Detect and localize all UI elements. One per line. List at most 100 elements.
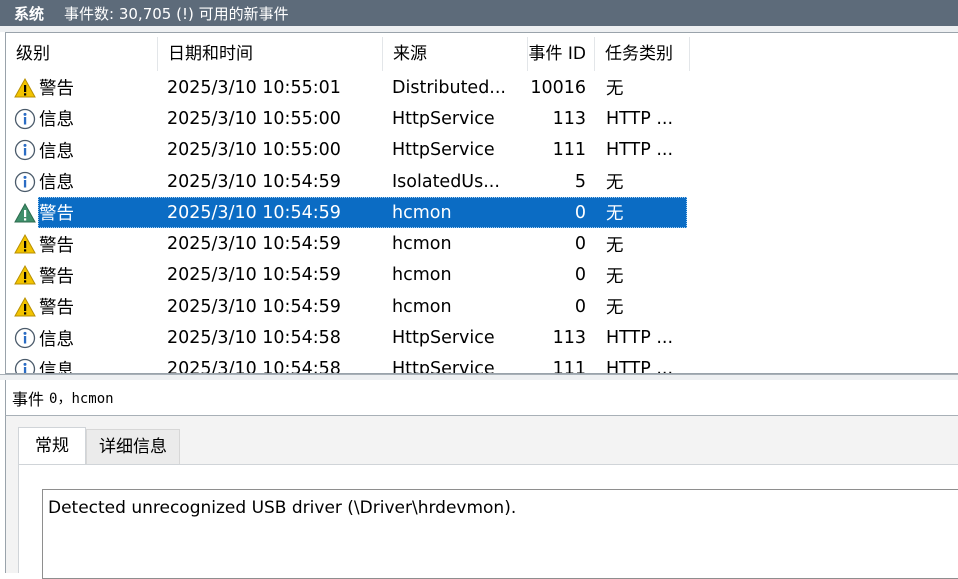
level-label: 信息	[39, 173, 74, 194]
warning-triangle-icon	[14, 233, 36, 255]
info-circle-icon	[14, 139, 36, 161]
source-cell: HttpService	[392, 359, 495, 374]
detail-tabs: 常规 详细信息	[18, 427, 180, 464]
event-id-cell: 5	[574, 171, 586, 192]
source-cell: Distributed...	[392, 77, 506, 98]
datetime-cell: 2025/3/10 10:54:59	[167, 171, 341, 192]
level-cell: 信息	[6, 106, 158, 131]
level-cell: 警告	[6, 75, 158, 100]
info-circle-icon	[14, 327, 36, 349]
event-id-cell: 113	[552, 328, 586, 349]
event-id-cell: 111	[552, 140, 586, 161]
event-count-text: 事件数: 30,705 (!) 可用的新事件	[64, 4, 289, 23]
table-row-selected[interactable]: 警告 2025/3/10 10:54:59 hcmon 0 无	[6, 197, 690, 229]
level-cell: 信息	[6, 169, 158, 194]
event-list-header: 级别 日期和时间 来源 事件 ID 任务类别	[6, 37, 690, 71]
level-cell: 警告	[6, 294, 158, 319]
log-name: 系统	[14, 4, 45, 23]
warning-triangle-icon	[14, 264, 36, 286]
table-row[interactable]: 信息 2025/3/10 10:55:00 HttpService 111 HTTP .…	[6, 135, 690, 166]
warning-triangle-icon	[14, 77, 36, 99]
description-box[interactable]: Detected unrecognized USB driver (\Drive…	[42, 489, 958, 579]
table-row[interactable]: 信息 2025/3/10 10:54:59 IsolatedUs... 5 无	[6, 166, 690, 197]
info-circle-icon	[14, 358, 36, 373]
event-rows: 警告 2025/3/10 10:55:01 Distributed... 10016 无…	[6, 72, 690, 374]
source-cell: HttpService	[392, 328, 495, 349]
source-cell: HttpService	[392, 108, 495, 129]
table-row[interactable]: 警告 2025/3/10 10:54:59 hcmon 0 无	[6, 291, 690, 322]
level-label: 警告	[39, 298, 74, 319]
level-label: 警告	[39, 266, 74, 287]
info-circle-icon	[14, 108, 36, 130]
level-label: 警告	[39, 79, 74, 100]
event-detail-header: 事件 0，hcmon	[5, 380, 958, 416]
task-category-cell: 无	[606, 235, 624, 256]
table-row[interactable]: 信息 2025/3/10 10:54:58 HttpService 113 HTTP .…	[6, 322, 690, 353]
detail-header-prefix: 事件	[12, 389, 45, 409]
datetime-cell: 2025/3/10 10:54:59	[167, 296, 341, 317]
table-row[interactable]: 信息 2025/3/10 10:55:00 HttpService 113 HTTP .…	[6, 103, 690, 134]
tab-general[interactable]: 常规	[18, 427, 86, 464]
task-category-cell: 无	[606, 79, 624, 100]
event-id-cell: 113	[552, 108, 586, 129]
level-label: 警告	[39, 235, 74, 256]
level-label: 信息	[39, 329, 74, 350]
level-cell: 警告	[6, 263, 158, 288]
datetime-cell: 2025/3/10 10:54:59	[167, 234, 341, 255]
table-row[interactable]: 信息 2025/3/10 10:54:58 HttpService 111 HTTP .…	[6, 354, 690, 374]
level-cell: 信息	[6, 357, 158, 374]
source-cell: IsolatedUs...	[392, 171, 500, 192]
event-detail-pane: 常规 详细信息 Detected unrecognized USB driver…	[5, 416, 958, 579]
column-header-task-category[interactable]: 任务类别	[595, 37, 690, 71]
warning-triangle-icon	[14, 296, 36, 318]
general-tab-panel: Detected unrecognized USB driver (\Drive…	[18, 464, 958, 579]
task-category-cell: 无	[606, 298, 624, 319]
task-category-cell: HTTP ...	[606, 140, 674, 161]
level-label: 信息	[39, 141, 74, 162]
datetime-cell: 2025/3/10 10:54:59	[167, 202, 341, 223]
level-label: 信息	[39, 110, 74, 131]
warning-triangle-icon	[14, 202, 36, 224]
log-title-bar: 系统 事件数: 30,705 (!) 可用的新事件	[0, 0, 958, 26]
table-row[interactable]: 警告 2025/3/10 10:54:59 hcmon 0 无	[6, 260, 690, 291]
level-cell: 信息	[6, 326, 158, 351]
datetime-cell: 2025/3/10 10:55:00	[167, 140, 341, 161]
datetime-cell: 2025/3/10 10:54:58	[167, 359, 341, 374]
event-id-cell: 0	[574, 202, 586, 223]
source-cell: hcmon	[392, 296, 452, 317]
info-circle-icon	[14, 171, 36, 193]
event-id-cell: 10016	[530, 77, 586, 98]
column-header-datetime[interactable]: 日期和时间	[158, 37, 383, 71]
datetime-cell: 2025/3/10 10:54:59	[167, 265, 341, 286]
datetime-cell: 2025/3/10 10:55:00	[167, 108, 341, 129]
column-header-event-id[interactable]: 事件 ID	[528, 37, 595, 71]
level-cell: 警告	[6, 200, 158, 225]
event-id-cell: 111	[552, 359, 586, 374]
event-list[interactable]: 级别 日期和时间 来源 事件 ID 任务类别 警告 2025/3/10 10:55…	[5, 32, 958, 374]
detail-header-event: 0，hcmon	[49, 390, 114, 407]
task-category-cell: 无	[606, 204, 624, 225]
tab-details[interactable]: 详细信息	[86, 429, 180, 464]
task-category-cell: 无	[606, 266, 624, 287]
column-header-source[interactable]: 来源	[383, 37, 528, 71]
level-cell: 警告	[6, 232, 158, 257]
level-label: 信息	[39, 360, 74, 374]
task-category-cell: HTTP ...	[606, 328, 674, 349]
datetime-cell: 2025/3/10 10:55:01	[167, 77, 341, 98]
task-category-cell: HTTP ...	[606, 359, 674, 374]
source-cell: hcmon	[392, 265, 452, 286]
source-cell: HttpService	[392, 140, 495, 161]
table-row[interactable]: 警告 2025/3/10 10:55:01 Distributed... 10016 无	[6, 72, 690, 103]
level-label: 警告	[39, 204, 74, 225]
source-cell: hcmon	[392, 202, 452, 223]
table-row[interactable]: 警告 2025/3/10 10:54:59 hcmon 0 无	[6, 228, 690, 259]
task-category-cell: 无	[606, 173, 624, 194]
event-id-cell: 0	[574, 234, 586, 255]
datetime-cell: 2025/3/10 10:54:58	[167, 328, 341, 349]
event-description: Detected unrecognized USB driver (\Drive…	[48, 498, 517, 518]
event-id-cell: 0	[574, 296, 586, 317]
column-header-level[interactable]: 级别	[6, 37, 158, 71]
task-category-cell: HTTP ...	[606, 108, 674, 129]
level-cell: 信息	[6, 138, 158, 163]
event-id-cell: 0	[574, 265, 586, 286]
